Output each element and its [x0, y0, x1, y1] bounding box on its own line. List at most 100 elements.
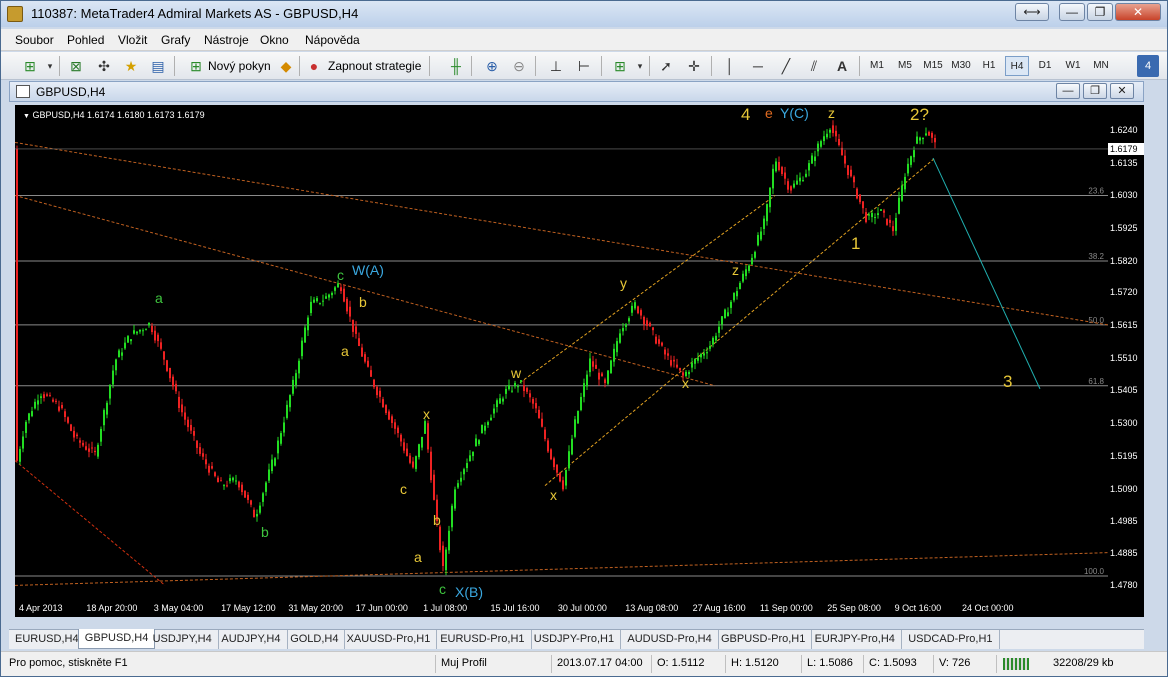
price-scale[interactable]: 1.6240 1.6135 1.6030 1.5925 1.5820 1.5720 1.56… [1108, 105, 1144, 617]
wave-label[interactable]: x [682, 375, 689, 391]
wave-label[interactable]: e [765, 105, 773, 121]
wave-label[interactable]: y [620, 275, 627, 291]
wave-label[interactable]: z [828, 105, 835, 121]
chart-tab[interactable]: GBPUSD-Pro,H1 [715, 630, 813, 649]
chart-tab[interactable]: USDCAD-Pro,H1 [902, 630, 1000, 649]
menu-file[interactable]: Soubor [15, 33, 54, 47]
time-tick-label: 24 Oct 00:00 [962, 603, 1014, 613]
minimize-button[interactable]: — [1059, 3, 1085, 21]
wave-label[interactable]: 2? [910, 105, 929, 125]
zoom-in-icon[interactable]: ⊕ [481, 55, 503, 77]
chart-tab[interactable]: XAUUSD-Pro,H1 [341, 630, 438, 649]
dropdown-arrow-icon[interactable]: ▾ [39, 55, 61, 77]
chart-restore-button[interactable]: ❐ [1083, 83, 1107, 99]
wave-label[interactable]: b [261, 524, 269, 540]
close-button[interactable]: ✕ [1115, 3, 1161, 21]
wave-label[interactable]: c [400, 481, 407, 497]
candle-body [319, 302, 321, 304]
timeframe-h1[interactable]: H1 [977, 56, 1001, 76]
market-watch-icon[interactable]: ⊠ [65, 55, 87, 77]
zoom-out-icon[interactable]: ⊖ [508, 55, 530, 77]
timeframe-d1[interactable]: D1 [1033, 56, 1057, 76]
timeframe-m30[interactable]: M30 [949, 56, 973, 76]
menu-charts[interactable]: Grafy [161, 33, 190, 47]
menu-help[interactable]: Nápověda [305, 33, 360, 47]
restore-arrows-button[interactable]: ⟷ [1015, 3, 1049, 21]
chart-close-button[interactable]: ✕ [1110, 83, 1134, 99]
wave-label[interactable]: X(B) [455, 584, 483, 600]
menu-insert[interactable]: Vložit [118, 33, 147, 47]
timeframe-m5[interactable]: M5 [893, 56, 917, 76]
metaeditor-icon[interactable]: ◆ [275, 55, 297, 77]
chart-canvas[interactable]: 23.638.250.061.8100.0 [15, 105, 1108, 617]
chart-tab[interactable]: EURUSD-Pro,H1 [434, 630, 532, 649]
chat-badge[interactable]: 4 [1137, 55, 1159, 77]
wave-label[interactable]: w [511, 365, 521, 381]
vertical-line-icon[interactable]: │ [719, 55, 741, 77]
autotrading-button[interactable]: Zapnout strategie [328, 59, 421, 73]
candle-body [619, 333, 621, 343]
trendline-icon[interactable]: ╱ [775, 55, 797, 77]
new-order-button[interactable]: Nový pokyn [208, 59, 271, 73]
chart-tab[interactable]: EURUSD,H4 [9, 630, 86, 649]
text-tool-icon[interactable]: A [831, 55, 853, 77]
terminal-icon[interactable]: ▤ [147, 55, 169, 77]
horizontal-scrollbar[interactable] [9, 619, 1144, 629]
crosshair-icon[interactable]: ✛ [683, 55, 705, 77]
wave-label[interactable]: c [337, 267, 344, 283]
chart-tab[interactable]: GBPUSD,H4 [77, 629, 156, 649]
equidistant-channel-icon[interactable]: ⫽ [803, 55, 825, 77]
candle-body [169, 367, 171, 379]
wave-label[interactable]: x [550, 487, 557, 503]
menu-view[interactable]: Pohled [67, 33, 104, 47]
wave-label[interactable]: 3 [1003, 372, 1012, 392]
chart-tab[interactable]: USDJPY,H4 [147, 630, 219, 649]
horizontal-line-icon[interactable]: ─ [747, 55, 769, 77]
connection-bars-icon[interactable] [1003, 658, 1029, 670]
autotrading-icon[interactable]: ● [303, 55, 325, 77]
navigator-icon[interactable]: ✣ [93, 55, 115, 77]
timeframe-mn[interactable]: MN [1089, 56, 1113, 76]
new-order-icon[interactable]: ⊞ [185, 55, 207, 77]
candle-body [775, 161, 777, 172]
wave-label[interactable]: a [155, 290, 163, 306]
candle-body [922, 137, 924, 140]
chart-tab[interactable]: AUDJPY,H4 [215, 630, 288, 649]
cursor-icon[interactable]: ➚ [655, 55, 677, 77]
bar-chart-icon[interactable]: ╫ [445, 55, 467, 77]
price-chart[interactable]: 23.6 38.2 50.0 61.8 100.0 ▼ GBPUSD,H4 1.6174… [15, 105, 1108, 617]
chart-tab[interactable]: USDJPY-Pro,H1 [528, 630, 622, 649]
maximize-button[interactable]: ❐ [1087, 3, 1113, 21]
timeframe-m15[interactable]: M15 [921, 56, 945, 76]
timeframe-m1[interactable]: M1 [865, 56, 889, 76]
chart-tab[interactable]: GOLD,H4 [284, 630, 346, 649]
wave-label[interactable]: Y(C) [780, 105, 809, 121]
wave-label[interactable]: b [359, 294, 367, 310]
chart-tab[interactable]: EURJPY-Pro,H4 [809, 630, 902, 649]
chart-tab[interactable]: AUDUSD-Pro,H4 [621, 630, 719, 649]
favorites-icon[interactable]: ★ [120, 55, 142, 77]
autoscroll-icon[interactable]: ⊢ [573, 55, 595, 77]
timeframe-w1[interactable]: W1 [1061, 56, 1085, 76]
wave-label[interactable]: x [423, 406, 430, 422]
menu-tools[interactable]: Nástroje [204, 33, 249, 47]
indicators-icon[interactable]: ⊞ [609, 55, 631, 77]
wave-label[interactable]: b [433, 512, 441, 528]
timeframe-h4[interactable]: H4 [1005, 56, 1029, 76]
wave-label[interactable]: a [341, 343, 349, 359]
chart-shift-icon[interactable]: ⊥ [545, 55, 567, 77]
status-profile[interactable]: Muj Profil [441, 657, 487, 669]
indicators-dropdown-icon[interactable]: ▾ [629, 55, 651, 77]
chart-window-titlebar[interactable]: GBPUSD,H4 — ❐ ✕ [9, 81, 1144, 102]
wave-label[interactable]: 1 [851, 234, 860, 254]
chart-minimize-button[interactable]: — [1056, 83, 1080, 99]
chart-menu-triangle-icon[interactable]: ▼ [23, 113, 30, 120]
new-chart-icon[interactable]: ⊞ [19, 55, 41, 77]
wave-label[interactable]: 4 [741, 105, 750, 125]
wave-label[interactable]: z [732, 262, 739, 278]
wave-label[interactable]: c [439, 581, 446, 597]
title-bar[interactable]: 110387: MetaTrader4 Admiral Markets AS -… [1, 1, 1167, 27]
menu-window[interactable]: Okno [260, 33, 289, 47]
wave-label[interactable]: W(A) [352, 262, 384, 278]
wave-label[interactable]: a [414, 549, 422, 565]
